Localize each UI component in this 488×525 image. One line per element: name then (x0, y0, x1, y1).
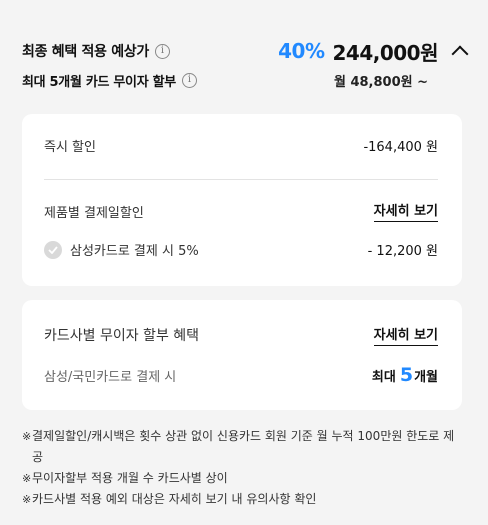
installment-card: 카드사별 무이자 할부 혜택 자세히 보기 삼성/국민카드로 결제 시 최대 5… (22, 300, 462, 410)
samsung-discount-amount: - 12,200 원 (367, 244, 438, 259)
installment-title-row: 카드사별 무이자 할부 혜택 자세히 보기 (44, 324, 438, 346)
payment-discount-label: 제품별 결제일할인 (44, 205, 144, 221)
installment-cards-row: 삼성/국민카드로 결제 시 최대 5 개월 (44, 364, 438, 386)
info-icon[interactable]: i (154, 43, 170, 59)
note-mark: ※ (22, 472, 32, 485)
discount-rate: 40% (278, 39, 325, 63)
samsung-discount-row: 삼성카드로 결제 시 5% - 12,200 원 (44, 240, 438, 259)
discount-card: 즉시 할인 -164,400 원 제품별 결제일할인 자세히 보기 삼성카드로 … (22, 114, 462, 286)
note-text: 카드사별 적용 예외 대상은 자세히 보기 내 유의사항 확인 (32, 492, 317, 506)
note-item: ※ 무이자할부 적용 개월 수 카드사별 상이 (22, 468, 462, 489)
installment-summary-label: 최대 5개월 카드 무이자 할부 (22, 74, 176, 90)
installment-title: 카드사별 무이자 할부 혜택 (44, 328, 200, 344)
months-number: 5 (399, 364, 414, 386)
months-suffix: 개월 (414, 370, 438, 385)
note-text: 결제일할인/캐시백은 횟수 상관 없이 신용카드 회원 기준 월 누적 100만… (32, 429, 455, 464)
payment-details-link[interactable]: 자세히 보기 (373, 200, 438, 222)
info-icon[interactable]: i (181, 72, 197, 88)
final-price: 244,000원 (332, 40, 439, 65)
check-circle-icon[interactable] (44, 240, 62, 259)
installment-summary-row: 최대 5개월 카드 무이자 할부 i 월 48,800원 ~ (22, 68, 466, 92)
monthly-price: 월 48,800원 ~ (333, 74, 428, 90)
instant-discount-row: 즉시 할인 -164,400 원 (44, 136, 438, 155)
samsung-discount-label: 삼성카드로 결제 시 5% (70, 244, 199, 259)
instant-discount-label: 즉시 할인 (44, 140, 96, 155)
note-mark: ※ (22, 430, 32, 443)
price-group: 40% 244,000원 (278, 37, 469, 66)
installment-cards-label: 삼성/국민카드로 결제 시 (44, 369, 177, 385)
max-prefix: 최대 (371, 370, 396, 385)
final-price-label: 최종 혜택 적용 예상가 (22, 44, 149, 60)
notes: ※ 결제일할인/캐시백은 횟수 상관 없이 신용카드 회원 기준 월 누적 10… (22, 426, 462, 510)
note-item: ※ 결제일할인/캐시백은 횟수 상관 없이 신용카드 회원 기준 월 누적 10… (22, 426, 462, 468)
installment-details-link[interactable]: 자세히 보기 (373, 324, 438, 346)
chevron-up-icon[interactable] (451, 45, 469, 63)
payment-discount-row: 제품별 결제일할인 자세히 보기 (44, 200, 438, 222)
divider (44, 179, 438, 180)
instant-discount-amount: -164,400 원 (363, 140, 438, 155)
max-months: 최대 5 개월 (372, 364, 438, 386)
note-item: ※ 카드사별 적용 예외 대상은 자세히 보기 내 유의사항 확인 (22, 489, 462, 510)
final-price-row: 최종 혜택 적용 예상가 i 40% 244,000원 (22, 36, 469, 66)
note-text: 무이자할부 적용 개월 수 카드사별 상이 (32, 471, 228, 485)
note-mark: ※ (22, 493, 32, 506)
